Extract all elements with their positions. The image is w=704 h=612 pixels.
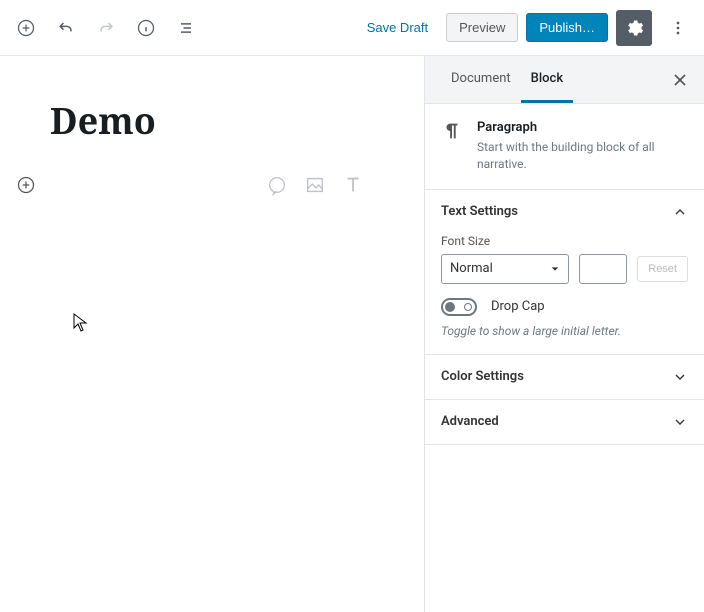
drop-cap-label: Drop Cap <box>491 299 545 314</box>
reset-font-size-button[interactable]: Reset <box>637 256 688 282</box>
chevron-up-icon <box>672 204 688 220</box>
tab-document[interactable]: Document <box>441 57 521 103</box>
undo-button[interactable] <box>48 10 84 46</box>
info-button[interactable] <box>128 10 164 46</box>
empty-paragraph-block[interactable] <box>50 165 374 205</box>
preview-button[interactable]: Preview <box>446 13 518 42</box>
block-placeholder-icons <box>266 174 374 196</box>
settings-sidebar: Document Block Paragraph Start with the … <box>424 56 704 612</box>
close-sidebar-button[interactable] <box>662 62 698 98</box>
color-settings-title: Color Settings <box>441 369 524 384</box>
advanced-header[interactable]: Advanced <box>425 400 704 444</box>
close-icon <box>670 70 690 90</box>
heading-icon[interactable] <box>342 174 364 196</box>
add-block-side-button[interactable] <box>8 167 44 203</box>
font-size-number-input[interactable] <box>579 254 627 284</box>
plus-circle-icon <box>16 18 36 38</box>
chat-icon[interactable] <box>266 174 288 196</box>
list-icon <box>176 18 196 38</box>
tab-block[interactable]: Block <box>521 57 573 103</box>
font-size-select[interactable]: Normal <box>441 254 569 284</box>
outline-button[interactable] <box>168 10 204 46</box>
block-name: Paragraph <box>477 120 688 135</box>
image-icon[interactable] <box>304 174 326 196</box>
advanced-title: Advanced <box>441 414 499 429</box>
drop-cap-toggle[interactable] <box>441 298 477 316</box>
text-settings-header[interactable]: Text Settings <box>425 190 704 234</box>
more-menu-button[interactable] <box>660 10 696 46</box>
chevron-down-icon <box>550 264 560 274</box>
post-title[interactable]: Demo <box>50 96 374 145</box>
publish-button[interactable]: Publish… <box>526 13 608 42</box>
editor-canvas[interactable]: Demo <box>0 56 424 612</box>
save-draft-button[interactable]: Save Draft <box>357 14 438 41</box>
plus-circle-icon <box>16 175 36 195</box>
paragraph-icon <box>441 120 463 173</box>
info-icon <box>136 18 156 38</box>
text-settings-title: Text Settings <box>441 204 518 219</box>
redo-icon <box>96 18 116 38</box>
font-size-label: Font Size <box>441 234 688 248</box>
color-settings-header[interactable]: Color Settings <box>425 355 704 399</box>
drop-cap-hint: Toggle to show a large initial letter. <box>441 324 688 338</box>
undo-icon <box>56 18 76 38</box>
gear-icon <box>624 18 644 38</box>
settings-button[interactable] <box>616 10 652 46</box>
redo-button[interactable] <box>88 10 124 46</box>
dots-vertical-icon <box>668 18 688 38</box>
block-description: Start with the building block of all nar… <box>477 139 688 173</box>
chevron-down-icon <box>672 414 688 430</box>
add-block-button[interactable] <box>8 10 44 46</box>
chevron-down-icon <box>672 369 688 385</box>
